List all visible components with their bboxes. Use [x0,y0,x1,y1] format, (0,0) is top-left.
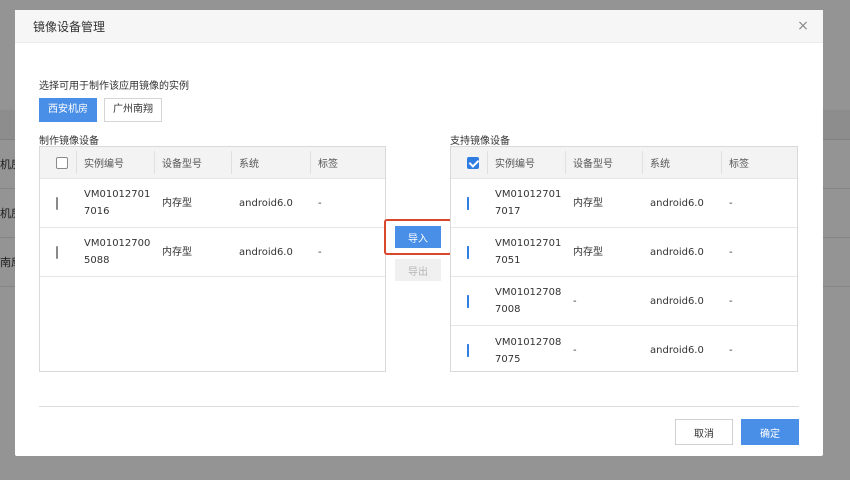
tag-cell: - [729,246,733,258]
column-header-id: 实例编号 [487,147,565,178]
select-all-checkbox[interactable] [467,156,479,169]
dialog-title: 镜像设备管理 [33,19,106,34]
table-header: 实例编号 设备型号 系统 标签 [451,147,797,179]
import-button[interactable]: 导入 [395,226,441,248]
os-cell: android6.0 [650,197,704,209]
device-model-cell: 内存型 [162,197,192,209]
column-header-os: 系统 [642,147,721,178]
row-checkbox[interactable] [467,344,469,357]
os-cell: android6.0 [239,197,293,209]
instance-id-cell: VM01012701 7051 [487,235,565,269]
instance-id-cell: VM01012708 7008 [487,284,565,318]
column-header-model: 设备型号 [565,147,642,178]
tag-cell: - [729,295,733,307]
right-panel-label: 支持镜像设备 [450,136,510,147]
os-cell: android6.0 [650,345,704,356]
tag-cell: - [318,197,322,209]
column-header-id: 实例编号 [76,147,154,178]
tag-cell: - [729,197,733,209]
footer-divider [39,406,799,407]
os-cell: android6.0 [239,246,293,258]
row-checkbox-cell [451,293,487,310]
row-checkbox-cell [40,244,76,261]
device-model-cell: 内存型 [573,246,603,258]
instance-id-cell: VM01012701 7017 [487,186,565,220]
table-header: 实例编号 设备型号 系统 标签 [40,147,385,179]
instance-id-cell: VM01012701 7016 [76,186,154,220]
header-checkbox-cell [451,147,487,178]
instance-id-cell: VM01012700 5088 [76,235,154,269]
instance-id-line2: 7016 [84,206,110,217]
instance-id-line1: VM01012700 [84,238,151,249]
device-model-cell: 内存型 [162,246,192,258]
row-checkbox-cell [451,195,487,212]
source-device-table: 实例编号 设备型号 系统 标签 VM01012701 7016 内存型 andro… [39,146,386,372]
instance-id-line1: VM01012701 [495,189,562,200]
column-header-tag: 标签 [721,147,796,178]
instance-id-line1: VM01012701 [495,238,562,249]
instance-id-line2: 5088 [84,255,110,266]
table-row[interactable]: VM01012701 7016 内存型 android6.0 - [40,179,385,228]
close-icon[interactable]: × [795,18,811,34]
table-row[interactable]: VM01012708 7075 - android6.0 - [451,326,797,375]
instruction-text: 选择可用于制作该应用镜像的实例 [39,81,189,92]
left-panel-label: 制作镜像设备 [39,136,99,147]
instance-id-cell: VM01012708 7075 [487,334,565,368]
cancel-button[interactable]: 取消 [675,419,733,445]
instance-id-line2: 7017 [495,206,521,217]
column-header-os: 系统 [231,147,310,178]
column-header-model: 设备型号 [154,147,231,178]
row-checkbox-cell [451,244,487,261]
device-model-cell: 内存型 [573,197,603,209]
table-row[interactable]: VM01012708 7008 - android6.0 - [451,277,797,326]
table-row[interactable]: VM01012700 5088 内存型 android6.0 - [40,228,385,277]
column-header-tag: 标签 [310,147,385,178]
supported-device-table: 实例编号 设备型号 系统 标签 VM01012701 7017 内存型 andro… [450,146,798,372]
tag-cell: - [318,246,322,258]
table-row[interactable]: VM01012701 7051 内存型 android6.0 - [451,228,797,277]
instance-id-line1: VM01012708 [495,287,562,298]
row-checkbox-cell [40,195,76,212]
tag-cell: - [729,345,733,356]
select-all-checkbox[interactable] [56,156,68,169]
dialog-header: 镜像设备管理 × [15,10,823,43]
row-checkbox-cell [451,342,487,359]
os-cell: android6.0 [650,246,704,258]
row-checkbox[interactable] [467,196,469,210]
row-checkbox[interactable] [56,245,58,259]
confirm-button[interactable]: 确定 [741,419,799,445]
tab-guangzhou-nanxiang[interactable]: 广州南翔 [104,98,162,122]
instance-id-line1: VM01012701 [84,189,151,200]
row-checkbox[interactable] [467,245,469,259]
table-row[interactable]: VM01012701 7017 内存型 android6.0 - [451,179,797,228]
export-button[interactable]: 导出 [395,259,441,281]
instance-id-line2: 7008 [495,304,521,315]
header-checkbox-cell [40,147,76,178]
os-cell: android6.0 [650,295,704,307]
row-checkbox[interactable] [467,294,469,308]
instance-id-line2: 7051 [495,255,521,266]
row-checkbox[interactable] [56,196,58,210]
instance-id-line2: 7075 [495,353,521,365]
mirror-device-dialog: 镜像设备管理 × 选择可用于制作该应用镜像的实例 西安机房 广州南翔 制作镜像设… [15,10,823,456]
device-model-cell: - [573,345,577,356]
device-model-cell: - [573,295,577,307]
instance-id-line1: VM01012708 [495,336,562,348]
tab-xian-datacenter[interactable]: 西安机房 [39,98,97,122]
